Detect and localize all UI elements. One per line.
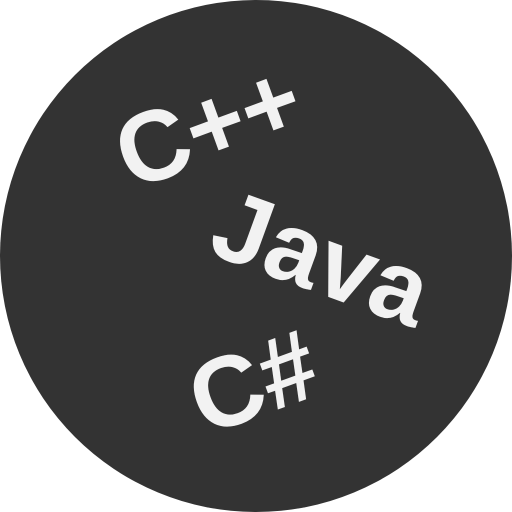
language-badge-logo: C++ Java C# bbox=[0, 0, 512, 512]
